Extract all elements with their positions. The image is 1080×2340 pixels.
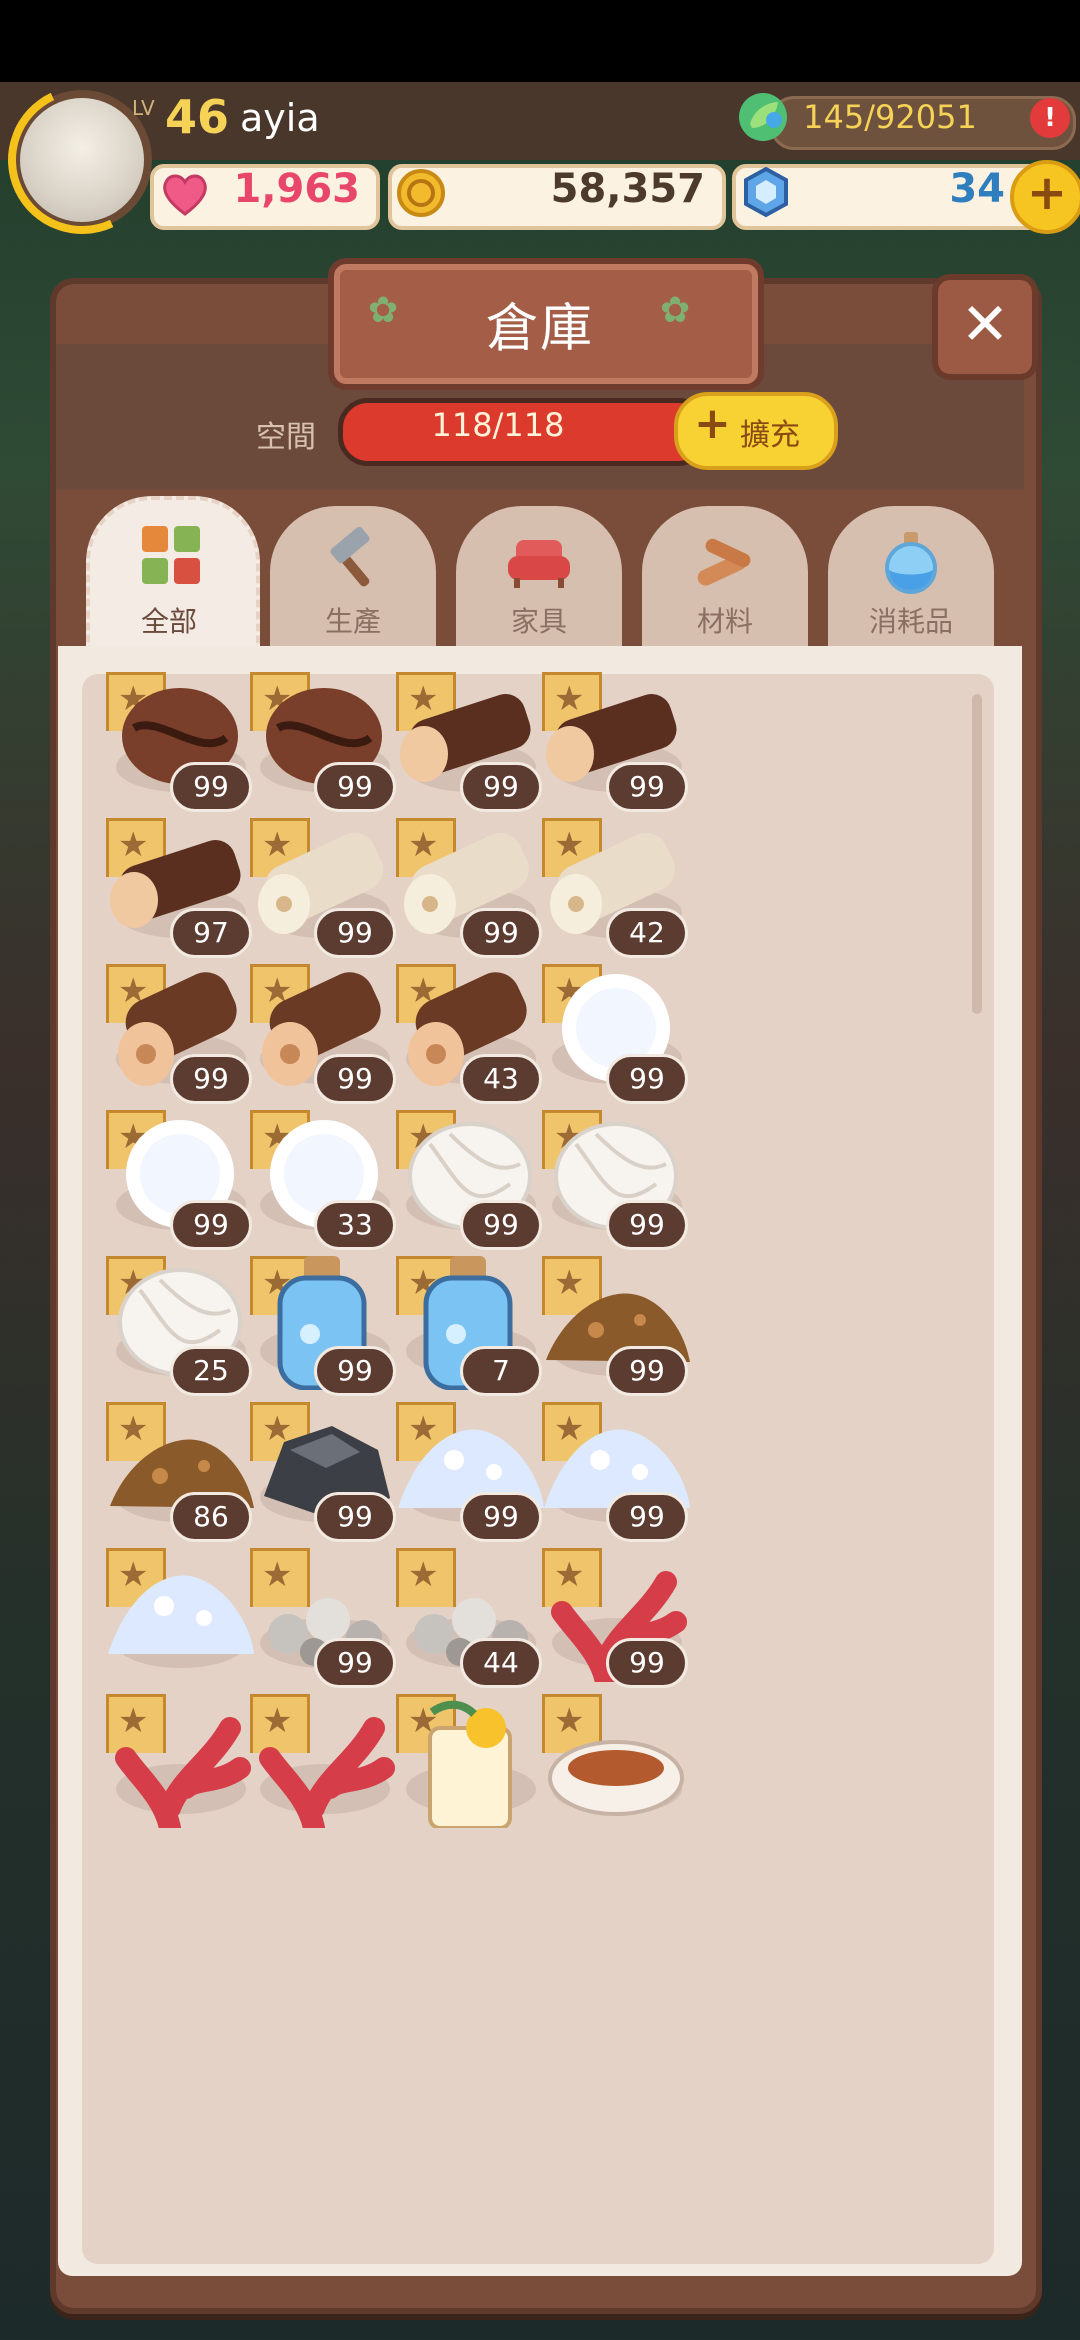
item-slot[interactable]: 99 (542, 1110, 692, 1260)
sprout-deco-right-icon: ✿ (660, 290, 691, 331)
item-count: 7 (460, 1346, 542, 1396)
item-count: 99 (606, 762, 688, 812)
item-count: 99 (606, 1492, 688, 1542)
gem-icon (744, 166, 788, 218)
item-slot[interactable]: 99 (250, 818, 400, 968)
item-count: 99 (606, 1346, 688, 1396)
item-slot[interactable]: 99 (250, 1402, 400, 1552)
item-slot[interactable]: 99 (250, 964, 400, 1114)
coins-value: 58,357 (550, 166, 705, 212)
salt-icon (108, 1575, 254, 1654)
item-count: 25 (170, 1346, 252, 1396)
item-count: 99 (314, 1054, 396, 1104)
item-slot[interactable]: 99 (250, 1256, 400, 1406)
item-count: 43 (460, 1054, 542, 1104)
item-slot[interactable]: 99 (542, 1402, 692, 1552)
item-slot[interactable] (396, 1694, 546, 1844)
hammer-icon (330, 526, 370, 587)
item-slot[interactable]: 99 (396, 1402, 546, 1552)
item-slot[interactable]: 97 (106, 818, 256, 968)
item-count: 99 (170, 1054, 252, 1104)
level-prefix: LV (132, 96, 155, 120)
item-slot[interactable]: 99 (250, 1548, 400, 1698)
sofa-icon (508, 540, 570, 588)
item-count: 99 (170, 1200, 252, 1250)
item-count: 99 (314, 1346, 396, 1396)
item-count: 33 (314, 1200, 396, 1250)
tea-cup-icon (548, 1740, 684, 1816)
item-slot[interactable]: 33 (250, 1110, 400, 1260)
item-count: 99 (606, 1638, 688, 1688)
red-coral-icon (259, 1717, 395, 1828)
player-level: 46 (165, 90, 230, 144)
item-slot[interactable]: 86 (106, 1402, 256, 1552)
item-count: 99 (314, 1638, 396, 1688)
alert-icon[interactable]: ! (1030, 98, 1070, 138)
lemon-drink-icon (428, 1700, 512, 1828)
item-count: 99 (460, 1492, 542, 1542)
item-slot[interactable] (106, 1548, 256, 1698)
item-slot[interactable]: 99 (106, 672, 256, 822)
item-count: 99 (460, 908, 542, 958)
status-bar (0, 0, 1080, 82)
item-count: 99 (314, 762, 396, 812)
heart-icon (163, 174, 207, 216)
plus-icon: + (694, 398, 731, 449)
item-slot[interactable]: 99 (106, 1110, 256, 1260)
item-count: 42 (606, 908, 688, 958)
item-slot[interactable] (250, 1694, 400, 1844)
item-slot[interactable]: 99 (542, 672, 692, 822)
item-slot[interactable]: 99 (250, 672, 400, 822)
item-slot[interactable]: 99 (396, 818, 546, 968)
potion-icon (885, 532, 937, 594)
space-label: 空間 (256, 420, 316, 455)
item-count: 97 (170, 908, 252, 958)
tab-consumables-label: 消耗品 (868, 605, 953, 638)
item-slot[interactable]: 99 (542, 964, 692, 1114)
tab-furniture-label: 家具 (510, 605, 567, 638)
item-count: 99 (314, 1492, 396, 1542)
capacity-value: 118/118 (431, 406, 565, 444)
item-slot[interactable] (542, 1694, 692, 1844)
item-slot[interactable]: 99 (106, 964, 256, 1114)
item-count: 86 (170, 1492, 252, 1542)
red-coral-icon (115, 1717, 251, 1828)
gems-value: 34 (949, 166, 1005, 212)
close-button[interactable]: ✕ (932, 274, 1038, 380)
grid-icon (142, 526, 200, 584)
hearts-value: 1,963 (233, 166, 360, 212)
tab-materials-label: 材料 (696, 605, 753, 638)
item-slot[interactable]: 25 (106, 1256, 256, 1406)
item-count: 99 (606, 1054, 688, 1104)
logs-icon (697, 538, 751, 586)
item-count: 99 (170, 762, 252, 812)
energy-value: 145/92051 (803, 98, 977, 136)
tab-all-label: 全部 (140, 605, 197, 638)
coin-icon (397, 169, 445, 217)
item-slot[interactable]: 99 (396, 672, 546, 822)
item-slot[interactable] (106, 1694, 256, 1844)
player-name: ayia (240, 96, 320, 140)
item-count: 99 (606, 1200, 688, 1250)
grid-scrollbar[interactable] (972, 694, 982, 1014)
item-count: 99 (460, 762, 542, 812)
item-slot[interactable]: 44 (396, 1548, 546, 1698)
item-slot[interactable]: 43 (396, 964, 546, 1114)
item-slot[interactable]: 42 (542, 818, 692, 968)
add-gems-button[interactable]: + (1010, 160, 1080, 234)
item-count: 99 (314, 908, 396, 958)
expand-button-label: 擴充 (740, 418, 800, 453)
item-slot[interactable]: 99 (396, 1110, 546, 1260)
player-avatar[interactable] (0, 65, 177, 255)
item-count: 44 (460, 1638, 542, 1688)
item-count: 99 (460, 1200, 542, 1250)
tab-production-label: 生產 (324, 605, 381, 638)
item-slot[interactable]: 7 (396, 1256, 546, 1406)
item-slot[interactable]: 99 (542, 1256, 692, 1406)
item-slot[interactable]: 99 (542, 1548, 692, 1698)
